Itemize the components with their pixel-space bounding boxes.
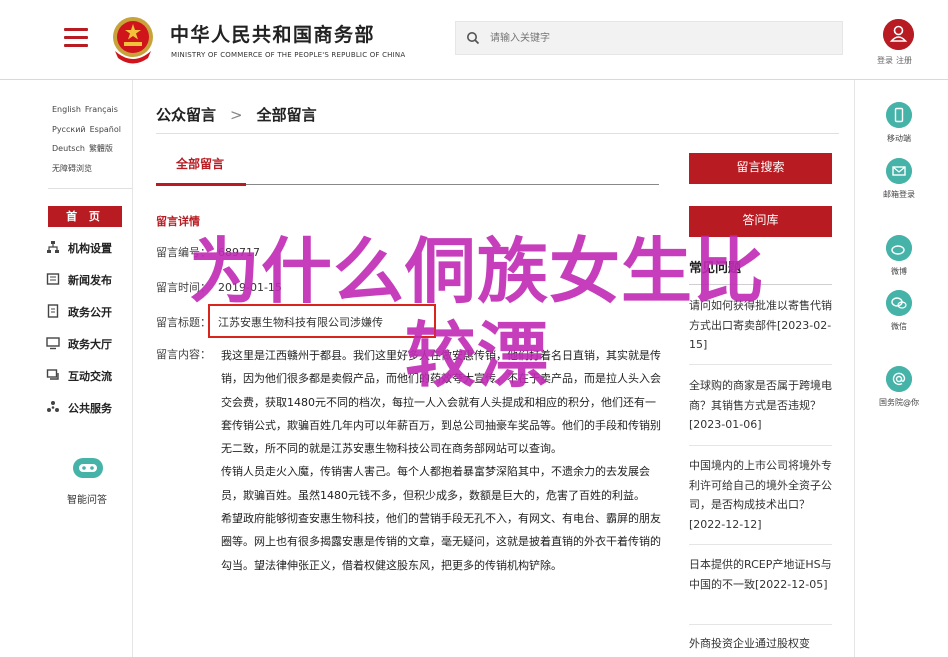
right-divider (854, 80, 855, 657)
lang-german[interactable]: Deutsch (52, 144, 85, 153)
search-box (455, 21, 843, 55)
faq-divider (689, 544, 832, 545)
mail-login-label[interactable]: 邮箱登录 (871, 189, 927, 200)
nav-item-public-affairs[interactable]: 政务公开 (46, 304, 132, 324)
faq-item[interactable]: 外商投资企业通过股权变 (689, 634, 832, 654)
state-council-label[interactable]: 国务院@你 (871, 397, 927, 408)
faq-divider (689, 624, 832, 625)
mobile-icon[interactable] (886, 102, 912, 128)
content-paragraph: 希望政府能够彻查安惠生物科技，他们的营销手段无孔不入，有网文、有电台、霸屏的朋友… (221, 512, 661, 572)
robot-icon[interactable] (71, 456, 105, 480)
user-icon[interactable] (883, 19, 914, 50)
left-divider (132, 80, 133, 657)
wechat-icon[interactable] (886, 290, 912, 316)
site-header: 中华人民共和国商务部 MINISTRY OF COMMERCE OF THE P… (0, 0, 948, 80)
lang-spanish[interactable]: Español (90, 125, 121, 134)
register-link[interactable]: 注册 (896, 56, 912, 65)
language-list: English Français Русский Español Deutsch 繁體… (52, 100, 132, 178)
message-time: 2019-01-15 (218, 281, 282, 294)
tab-all-messages[interactable]: 全部留言 (176, 155, 224, 172)
content-paragraph: 传销人员走火入魔，传销害人害己。每个人都抱着暴富梦深陷其中，不遗余力的去发展会员… (221, 465, 650, 502)
language-divider (48, 188, 132, 189)
message-content: 我这里是江西赣州于都县。我们这里好多人在做安惠传销，他们打着名日直销，其实就是传… (221, 344, 661, 577)
nav-item-organization[interactable]: 机构设置 (46, 240, 132, 260)
national-emblem-icon (113, 17, 153, 64)
breadcrumb-divider (156, 133, 839, 134)
page: 中华人民共和国商务部 MINISTRY OF COMMERCE OF THE P… (0, 0, 948, 657)
login-link[interactable]: 登录 (877, 56, 893, 65)
message-number: 689717 (218, 246, 260, 259)
field-time: 留言时间： 2019-01-15 (156, 281, 282, 294)
tab-active-indicator (156, 183, 246, 186)
faq-divider (689, 364, 832, 365)
wechat-label[interactable]: 微信 (871, 321, 927, 332)
faq-item[interactable]: 请问如何获得批准以寄售代销方式出口寄卖部件[2023-02-15] (689, 296, 832, 355)
assistant-label[interactable]: 智能问答 (67, 491, 107, 506)
accessible-browse[interactable]: 无障碍浏览 (52, 164, 92, 173)
menu-icon[interactable] (64, 28, 88, 48)
brand-title: 中华人民共和国商务部 (170, 24, 376, 46)
weibo-icon[interactable] (886, 235, 912, 261)
at-icon[interactable] (886, 366, 912, 392)
monitor-icon (46, 337, 60, 350)
mail-icon[interactable] (886, 158, 912, 184)
lang-english[interactable]: English (52, 105, 81, 114)
services-icon (47, 401, 59, 412)
nav-home[interactable]: 首 页 (48, 206, 122, 227)
nav-item-service-hall[interactable]: 政务大厅 (46, 336, 132, 356)
faq-item[interactable]: 全球购的商家是否属于跨境电商？其销售方式是否违规？[2023-01-06] (689, 376, 832, 435)
lang-russian[interactable]: Русский (52, 125, 86, 134)
breadcrumb: 公众留言 > 全部留言 (156, 104, 317, 125)
tab-divider (246, 184, 659, 185)
faq-library-button[interactable]: 答问库 (689, 206, 832, 235)
user-links: 登录 注册 (877, 55, 915, 66)
breadcrumb-separator: > (230, 106, 243, 124)
news-icon (46, 273, 60, 285)
lang-traditional[interactable]: 繁體版 (89, 144, 113, 153)
faq-bar-underline (689, 235, 832, 237)
nav-item-interaction[interactable]: 互动交流 (46, 368, 132, 388)
faq-title-divider (689, 284, 832, 285)
weibo-label[interactable]: 微博 (871, 266, 927, 277)
search-bar-underline (689, 182, 832, 184)
faq-item[interactable]: 中国境内的上市公司将境外专利许可给自己的境外全资子公司，是否构成技术出口？[20… (689, 456, 832, 534)
content-label: 留言内容： (156, 348, 211, 361)
content-paragraph: 我这里是江西赣州于都县。我们这里好多人在做安惠传销，他们打着名日直销，其实就是传… (221, 349, 661, 456)
nav-item-news[interactable]: 新闻发布 (46, 272, 132, 292)
faq-divider (689, 445, 832, 446)
org-icon (47, 241, 59, 253)
breadcrumb-all-messages: 全部留言 (256, 106, 317, 124)
faq-title: 常见问题 (689, 261, 742, 276)
mobile-label[interactable]: 移动端 (871, 133, 927, 144)
chat-icon (46, 369, 59, 380)
nav-item-public-service[interactable]: 公共服务 (46, 400, 132, 420)
breadcrumb-messages[interactable]: 公众留言 (156, 106, 216, 124)
document-icon (47, 304, 59, 318)
detail-section-title: 留言详情 (156, 215, 200, 228)
search-input[interactable] (490, 28, 830, 48)
brand-subtitle: MINISTRY OF COMMERCE OF THE PEOPLE'S REP… (171, 51, 406, 59)
search-icon[interactable] (466, 31, 480, 45)
subject-highlight-box (208, 304, 436, 338)
field-number: 留言编号： 689717 (156, 246, 260, 259)
message-search-button[interactable]: 留言搜索 (689, 153, 832, 182)
faq-item[interactable]: 日本提供的RCEP产地证HS与中国的不一致[2022-12-05] (689, 555, 832, 594)
lang-french[interactable]: Français (85, 105, 118, 114)
